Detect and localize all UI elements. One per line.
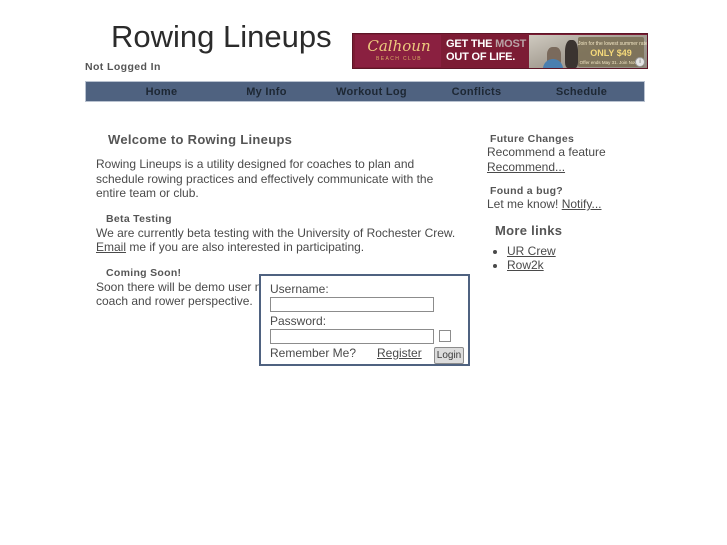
found-a-bug-heading: Found a bug? — [490, 185, 563, 197]
password-input[interactable] — [270, 329, 434, 344]
advertisement-banner[interactable]: Calhoun BEACH CLUB GET THE MOST OUT OF L… — [352, 33, 648, 69]
welcome-paragraph: Rowing Lineups is a utility designed for… — [96, 157, 434, 200]
welcome-heading: Welcome to Rowing Lineups — [108, 132, 293, 147]
ad-offer-price: ONLY $49 — [590, 48, 632, 58]
nav-item-schedule[interactable]: Schedule — [529, 86, 634, 98]
login-form: Username: Password: Remember Me? Registe… — [259, 274, 470, 366]
beta-paragraph: We are currently beta testing with the U… — [96, 226, 464, 255]
remember-me-label: Remember Me? — [270, 346, 357, 360]
link-ur-crew[interactable]: UR Crew — [507, 244, 556, 258]
ad-person-icon-2 — [565, 40, 578, 68]
nav-item-my-info[interactable]: My Info — [214, 86, 319, 98]
username-input[interactable] — [270, 297, 434, 312]
ad-headline-line1-part1: GET THE — [446, 38, 496, 50]
login-actions-row: Remember Me? Register Login — [270, 346, 464, 370]
bug-text: Let me know! — [487, 197, 562, 211]
ad-headline-line1-part2: MOST — [495, 38, 527, 50]
bug-text-row: Let me know! Notify... — [487, 197, 637, 212]
password-row — [270, 329, 459, 344]
more-links-heading: More links — [495, 222, 563, 238]
list-item: Row2k — [507, 258, 637, 272]
link-row2k[interactable]: Row2k — [507, 258, 544, 272]
nav-item-workout-log[interactable]: Workout Log — [319, 86, 424, 98]
recommend-link-row: Recommend... — [487, 160, 637, 175]
nav-item-home[interactable]: Home — [109, 86, 214, 98]
more-links-list: UR Crew Row2k — [487, 244, 637, 272]
ad-brand-name: Calhoun — [367, 37, 431, 55]
sidebar-gap-2 — [487, 212, 637, 223]
future-changes-text: Recommend a feature — [487, 145, 606, 159]
page-root: Rowing Lineups Not Logged In Calhoun BEA… — [0, 0, 727, 545]
ad-brand-logo: Calhoun BEACH CLUB — [355, 35, 441, 67]
ad-headline-line2: OUT OF LIFE. — [446, 51, 516, 63]
recommend-link[interactable]: Recommend... — [487, 160, 565, 174]
page-title: Rowing Lineups — [111, 19, 332, 54]
login-status-text: Not Logged In — [85, 61, 161, 73]
remember-me-checkbox[interactable] — [439, 330, 451, 342]
password-label: Password: — [270, 314, 327, 328]
ad-offer-line1: Join for the lowest summer rate, — [578, 41, 647, 47]
future-changes-heading: Future Changes — [490, 133, 575, 145]
ad-info-icon[interactable]: i — [635, 57, 645, 67]
notify-link[interactable]: Notify... — [562, 197, 602, 211]
ad-headline: GET THE MOST OUT OF LIFE. — [446, 38, 527, 64]
main-navigation: Home My Info Workout Log Conflicts Sched… — [85, 81, 645, 102]
beta-heading: Beta Testing — [106, 212, 172, 225]
beta-text-after: me if you are also interested in partici… — [126, 240, 365, 254]
register-link[interactable]: Register — [377, 346, 422, 360]
login-button[interactable]: Login — [434, 347, 464, 364]
sidebar-gap-1 — [487, 174, 637, 185]
ad-headline-line1: GET THE MOST — [446, 38, 527, 51]
ad-photo: Join for the lowest summer rate, ONLY $4… — [529, 35, 647, 68]
list-item: UR Crew — [507, 244, 637, 258]
ad-brand-subtitle: BEACH CLUB — [376, 56, 422, 62]
right-sidebar: Future Changes Recommend a feature Recom… — [487, 133, 637, 272]
username-label: Username: — [270, 282, 329, 296]
beta-text-before: We are currently beta testing with the U… — [96, 225, 456, 240]
email-link[interactable]: Email — [96, 240, 126, 254]
nav-item-conflicts[interactable]: Conflicts — [424, 86, 529, 98]
